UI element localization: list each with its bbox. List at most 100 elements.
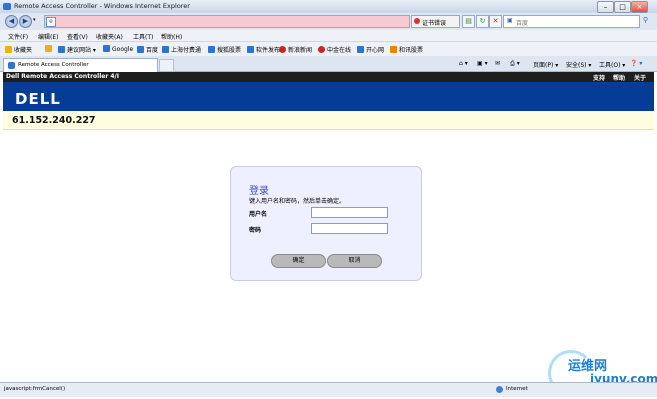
- about-link[interactable]: 关于: [634, 73, 646, 82]
- favorites-bar: 收藏夹 建议网站 ▾ Google 百度 上海付费通 搜狐股票 软件发布 新浪新…: [0, 42, 657, 57]
- ie-page-icon: [357, 46, 364, 53]
- username-input[interactable]: [311, 207, 388, 218]
- compat-view-icon[interactable]: ▤: [462, 15, 475, 28]
- fav-item-google[interactable]: Google: [103, 45, 133, 53]
- ie-page-icon: [162, 46, 169, 53]
- search-icon[interactable]: ⚲: [640, 15, 651, 26]
- password-input[interactable]: [311, 223, 388, 234]
- fav-add-icon[interactable]: [45, 45, 54, 53]
- ok-button[interactable]: 确定: [271, 254, 326, 268]
- fav-label: 上海付费通: [171, 47, 202, 54]
- window-title: Remote Access Controller - Windows Inter…: [14, 2, 190, 10]
- help-icon[interactable]: ❓ ▾: [630, 60, 642, 67]
- fav-label: 新浪新闻: [288, 47, 313, 54]
- stop-icon[interactable]: ✕: [489, 15, 502, 28]
- certificate-error-button[interactable]: 证书错误: [411, 15, 460, 28]
- ie-page-icon: [103, 45, 110, 52]
- sina-icon: [279, 46, 286, 53]
- hexun-icon: [390, 46, 397, 53]
- shield-icon: [414, 18, 420, 24]
- fav-item-software[interactable]: 软件发布: [247, 45, 280, 54]
- window-title-bar: Remote Access Controller - Windows Inter…: [0, 0, 657, 14]
- fav-label: 开心网: [366, 47, 385, 54]
- help-link[interactable]: 帮助: [613, 73, 625, 82]
- fav-item-sohu[interactable]: 搜狐股票: [208, 45, 241, 54]
- fav-item-baidu[interactable]: 百度: [137, 45, 158, 54]
- menu-edit[interactable]: 编辑(E): [38, 32, 58, 41]
- favorites-label: 收藏夹: [14, 47, 33, 54]
- maximize-button[interactable]: □: [614, 1, 631, 13]
- fav-item-suggested[interactable]: 建议网站 ▾: [58, 45, 96, 54]
- drac-header-title: Dell Remote Access Controller 4/I: [6, 73, 119, 80]
- tab-row: Remote Access Controller ⌂ ▾ ▣ ▾ ✉ ⎙ ▾ 页…: [0, 56, 657, 72]
- cancel-button[interactable]: 取消: [327, 254, 382, 268]
- menu-bar: 文件(F) 编辑(E) 查看(V) 收藏夹(A) 工具(T) 帮助(H): [0, 30, 657, 42]
- search-box[interactable]: ▣ 百度: [503, 15, 640, 28]
- ie-page-icon: [247, 46, 254, 53]
- refresh-icon[interactable]: ↻: [476, 15, 489, 28]
- ip-bar: 61.152.240.227: [3, 111, 654, 130]
- fav-label: Google: [112, 46, 134, 53]
- fav-label: 百度: [146, 47, 159, 54]
- menu-tools[interactable]: 工具(T): [133, 32, 153, 41]
- username-label: 用户名: [249, 211, 268, 218]
- fav-item-shanghai[interactable]: 上海付费通: [162, 45, 201, 54]
- star-icon: [5, 46, 12, 53]
- login-instructions: 键入用户名和密码，然后单击确定。: [249, 198, 346, 205]
- ie-page-icon: [8, 62, 15, 69]
- ie-logo-icon: [3, 3, 11, 10]
- tab-remote-access[interactable]: Remote Access Controller: [3, 58, 158, 72]
- fav-item-cnfol[interactable]: 中金在线: [318, 45, 351, 54]
- minimize-button[interactable]: –: [597, 1, 614, 13]
- back-icon[interactable]: ◀: [5, 15, 18, 28]
- tools-menu[interactable]: 工具(O) ▾: [599, 60, 625, 69]
- fav-label: 建议网站 ▾: [67, 47, 96, 54]
- home-icon[interactable]: ⌂ ▾: [459, 60, 468, 67]
- address-bar[interactable]: e: [44, 15, 410, 28]
- fav-item-sina[interactable]: 新浪新闻: [279, 45, 312, 54]
- menu-view[interactable]: 查看(V): [67, 32, 88, 41]
- print-icon[interactable]: ⎙ ▾: [510, 60, 520, 68]
- page-menu[interactable]: 页面(P) ▾: [533, 60, 558, 69]
- mail-icon[interactable]: ✉: [495, 60, 500, 67]
- dell-logo: DELL: [15, 90, 61, 108]
- ie-page-icon: [137, 46, 144, 53]
- certificate-error-label: 证书错误: [422, 20, 447, 27]
- address-toolbar: ◀ ▶ ▾ e 证书错误 ▤ ↻ ✕ ▣ 百度 ⚲: [0, 13, 657, 30]
- fav-item-kaixin[interactable]: 开心网: [357, 45, 384, 54]
- page-icon: e: [46, 17, 56, 27]
- fav-item-hexun[interactable]: 和讯股票: [390, 45, 423, 54]
- favorites-button[interactable]: 收藏夹: [5, 45, 32, 54]
- close-button[interactable]: ×: [631, 1, 648, 13]
- ip-address: 61.152.240.227: [12, 115, 96, 126]
- search-placeholder[interactable]: 百度: [516, 18, 528, 27]
- tab-title: Remote Access Controller: [18, 62, 89, 68]
- menu-file[interactable]: 文件(F): [8, 32, 28, 41]
- status-bar: javascript:frmCancel() Internet: [0, 382, 657, 397]
- ie-page-icon: [58, 46, 65, 53]
- login-panel: 登录 键入用户名和密码，然后单击确定。 用户名 密码 确定 取消: [230, 166, 422, 281]
- fav-label: 搜狐股票: [217, 47, 242, 54]
- login-title: 登录: [249, 186, 269, 197]
- status-text: javascript:frmCancel(): [4, 386, 66, 392]
- nav-dropdown-icon[interactable]: ▾: [33, 17, 36, 23]
- ie-page-icon: [208, 46, 215, 53]
- fav-label: 软件发布: [256, 47, 281, 54]
- fav-label: 中金在线: [327, 47, 352, 54]
- forward-icon[interactable]: ▶: [19, 15, 32, 28]
- support-link[interactable]: 支持: [593, 73, 605, 82]
- fav-label: 和讯股票: [399, 47, 424, 54]
- feeds-icon[interactable]: ▣ ▾: [477, 60, 488, 67]
- drac-header-bar: Dell Remote Access Controller 4/I 支持 帮助 …: [3, 72, 654, 82]
- dell-banner: DELL: [3, 82, 654, 111]
- password-label: 密码: [249, 227, 262, 234]
- baidu-icon: ▣: [507, 17, 513, 24]
- safety-menu[interactable]: 安全(S) ▾: [566, 60, 591, 69]
- security-zone: Internet: [506, 386, 528, 392]
- new-tab-button[interactable]: [159, 59, 174, 72]
- globe-icon: [496, 386, 503, 393]
- add-favorite-icon: [45, 45, 52, 52]
- menu-help[interactable]: 帮助(H): [161, 32, 182, 41]
- menu-favorites[interactable]: 收藏夹(A): [96, 32, 123, 41]
- cnfol-icon: [318, 46, 325, 53]
